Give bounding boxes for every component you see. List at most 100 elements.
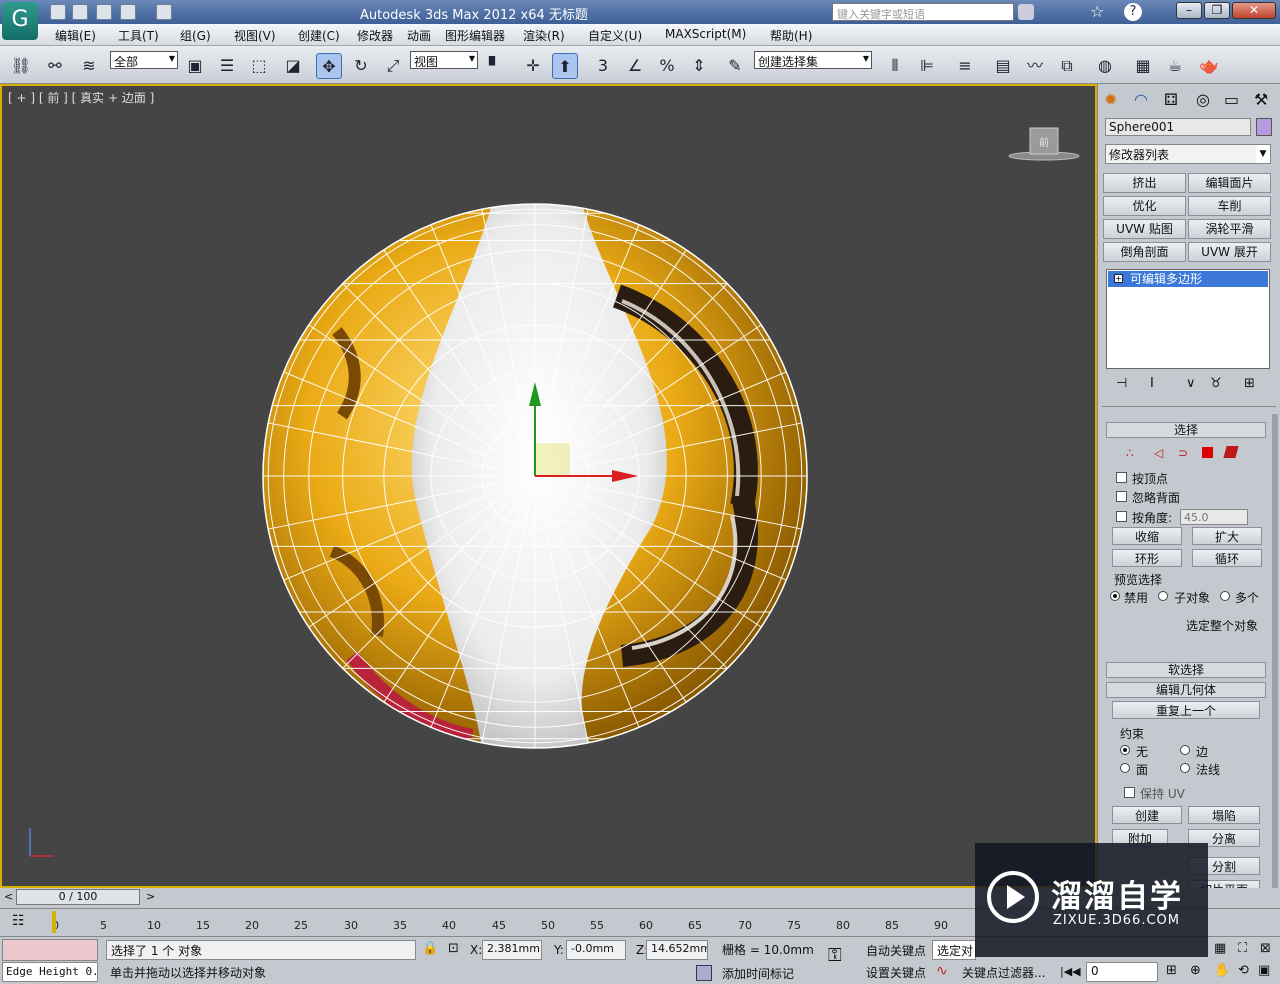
select-by-name-icon[interactable]: ☰ <box>214 53 240 79</box>
object-name-field[interactable]: Sphere001 <box>1105 118 1251 136</box>
unlink-icon[interactable]: ⚯ <box>42 53 68 79</box>
prev-frame-icon[interactable]: < <box>4 890 13 903</box>
pan-icon[interactable]: ✋ <box>1214 963 1230 978</box>
rect-selection-icon[interactable]: ⬚ <box>246 53 272 79</box>
selection-filter-dropdown[interactable]: 全部 <box>110 51 178 69</box>
menu-create[interactable]: 创建(C) <box>298 27 340 43</box>
render-production-icon[interactable]: 🫖 <box>1196 53 1222 79</box>
y-coordinate[interactable]: -0.0mm <box>566 940 626 960</box>
unwrap-uvw-button[interactable]: UVW 展开 <box>1188 242 1271 262</box>
snap-toggle-icon[interactable]: 3 <box>590 53 616 79</box>
link-icon[interactable]: ⛓ <box>8 53 34 79</box>
make-unique-icon[interactable]: ∨ <box>1186 376 1196 391</box>
angle-snap-icon[interactable]: ∠ <box>622 53 648 79</box>
orbit-icon[interactable]: ⟲ <box>1238 963 1249 978</box>
menu-animation[interactable]: 动画 <box>407 27 431 43</box>
binoculars-icon[interactable] <box>1018 4 1034 20</box>
star-icon[interactable]: ☆ <box>1090 2 1104 21</box>
absolute-mode-icon[interactable]: ⊡ <box>448 941 459 956</box>
key-filters-button[interactable]: 关键点过滤器... <box>962 964 1045 981</box>
auto-key-button[interactable]: 自动关键点 <box>866 942 926 959</box>
object-color-swatch[interactable] <box>1256 118 1272 136</box>
current-frame-field[interactable]: 0 <box>1086 962 1158 982</box>
maxscript-mini-listener[interactable]: Edge Height 0.( <box>2 962 98 982</box>
by-vertex-checkbox[interactable] <box>1116 472 1127 483</box>
selected-key-dropdown[interactable]: 选定对 <box>932 940 976 960</box>
menu-graph-editors[interactable]: 图形编辑器 <box>445 27 505 43</box>
optimize-button[interactable]: 优化 <box>1103 196 1186 216</box>
save-file-icon[interactable] <box>96 4 112 20</box>
select-manipulate-icon[interactable]: ✛ <box>520 53 546 79</box>
shrink-button[interactable]: 收缩 <box>1112 527 1182 545</box>
menu-group[interactable]: 组(G) <box>180 27 211 43</box>
front-viewport[interactable]: [ + ] [ 前 ] [ 真实 + 边面 ] 前 <box>0 84 1097 888</box>
align-icon[interactable]: ⊫ <box>914 53 940 79</box>
extrude-button[interactable]: 挤出 <box>1103 173 1186 193</box>
motion-tab-icon[interactable]: ◎ <box>1196 90 1210 109</box>
utilities-tab-icon[interactable]: ⚒ <box>1254 90 1268 109</box>
window-crossing-icon[interactable]: ◪ <box>280 53 306 79</box>
menu-edit[interactable]: 编辑(E) <box>55 27 96 43</box>
key-tangent-icon[interactable]: ∿ <box>936 963 948 979</box>
stack-item-editable-poly[interactable]: + 可编辑多边形 <box>1108 271 1268 287</box>
frame-slider-thumb[interactable]: 0 / 100 <box>16 889 140 905</box>
named-selection-dropdown[interactable]: 创建选择集 <box>754 51 872 69</box>
preserve-uv-checkbox[interactable] <box>1124 787 1135 798</box>
menu-rendering[interactable]: 渲染(R) <box>523 27 565 43</box>
restore-button[interactable]: ❐ <box>1204 2 1230 19</box>
keyboard-shortcut-icon[interactable]: ⬆ <box>552 53 578 79</box>
layer-manager-icon[interactable]: ≡ <box>952 53 978 79</box>
go-to-start-icon[interactable]: |◀◀ <box>1060 965 1081 978</box>
menu-modifiers[interactable]: 修改器 <box>357 27 393 43</box>
x-coordinate[interactable]: 2.381mm <box>482 940 542 960</box>
percent-snap-icon[interactable]: % <box>654 53 680 79</box>
pivot-center-icon[interactable]: ▘ <box>482 53 508 79</box>
edit-geometry-rollout[interactable]: 编辑几何体 <box>1106 682 1266 698</box>
maximize-viewport-icon[interactable]: ▣ <box>1258 963 1270 978</box>
curve-editor-mini-icon[interactable]: ☷ <box>12 913 25 929</box>
next-frame-icon[interactable]: > <box>146 890 155 903</box>
preview-subobject-radio[interactable] <box>1158 591 1168 601</box>
preview-multi-radio[interactable] <box>1220 591 1230 601</box>
z-coordinate[interactable]: 14.652mm <box>646 940 708 960</box>
spinner-snap-icon[interactable]: ⇕ <box>686 53 712 79</box>
panel-scrollbar[interactable] <box>1272 414 1278 914</box>
sphere-object[interactable] <box>2 86 1095 886</box>
soft-selection-rollout[interactable]: 软选择 <box>1106 662 1266 678</box>
material-editor-icon[interactable]: ◍ <box>1092 53 1118 79</box>
bind-spacewarp-icon[interactable]: ≋ <box>76 53 102 79</box>
turbosmooth-button[interactable]: 涡轮平滑 <box>1188 219 1271 239</box>
create-tab-icon[interactable]: ✹ <box>1104 90 1117 109</box>
time-tag-icon[interactable] <box>696 965 712 981</box>
border-mode-icon[interactable]: ⊃ <box>1178 446 1188 460</box>
reference-coord-dropdown[interactable]: 视图 <box>410 51 478 69</box>
angle-spinner[interactable]: 45.0 <box>1180 509 1248 525</box>
lathe-button[interactable]: 车削 <box>1188 196 1271 216</box>
constraint-normal-radio[interactable] <box>1180 763 1190 773</box>
hierarchy-tab-icon[interactable]: ⚃ <box>1164 90 1178 109</box>
expand-icon[interactable]: + <box>1114 274 1123 283</box>
mirror-icon[interactable]: ⫴ <box>882 53 908 79</box>
menu-view[interactable]: 视图(V) <box>234 27 276 43</box>
modifier-list-arrow-icon[interactable]: ▼ <box>1256 145 1270 163</box>
modifier-list-dropdown[interactable]: 修改器列表 <box>1105 144 1271 164</box>
display-tab-icon[interactable]: ▭ <box>1224 90 1239 109</box>
schematic-view-icon[interactable]: ⧉ <box>1054 53 1080 79</box>
edge-mode-icon[interactable]: ◁ <box>1154 446 1163 460</box>
scale-icon[interactable]: ⤢ <box>380 53 406 79</box>
edit-patch-button[interactable]: 编辑面片 <box>1188 173 1271 193</box>
loop-button[interactable]: 循环 <box>1192 549 1262 567</box>
edit-named-sets-icon[interactable]: ✎ <box>722 53 748 79</box>
maxscript-listener-pink[interactable] <box>2 939 98 961</box>
ignore-backface-checkbox[interactable] <box>1116 491 1127 502</box>
ring-button[interactable]: 环形 <box>1112 549 1182 567</box>
undo-icon[interactable] <box>120 4 136 20</box>
menu-help[interactable]: 帮助(H) <box>770 27 812 43</box>
render-setup-icon[interactable]: ▦ <box>1130 53 1156 79</box>
repeat-last-button[interactable]: 重复上一个 <box>1112 701 1260 719</box>
constraint-face-radio[interactable] <box>1120 763 1130 773</box>
constraint-edge-radio[interactable] <box>1180 745 1190 755</box>
zoom-extents-icon[interactable]: ▦ <box>1214 941 1226 956</box>
uvw-map-button[interactable]: UVW 贴图 <box>1103 219 1186 239</box>
app-logo-icon[interactable]: G <box>2 2 38 40</box>
